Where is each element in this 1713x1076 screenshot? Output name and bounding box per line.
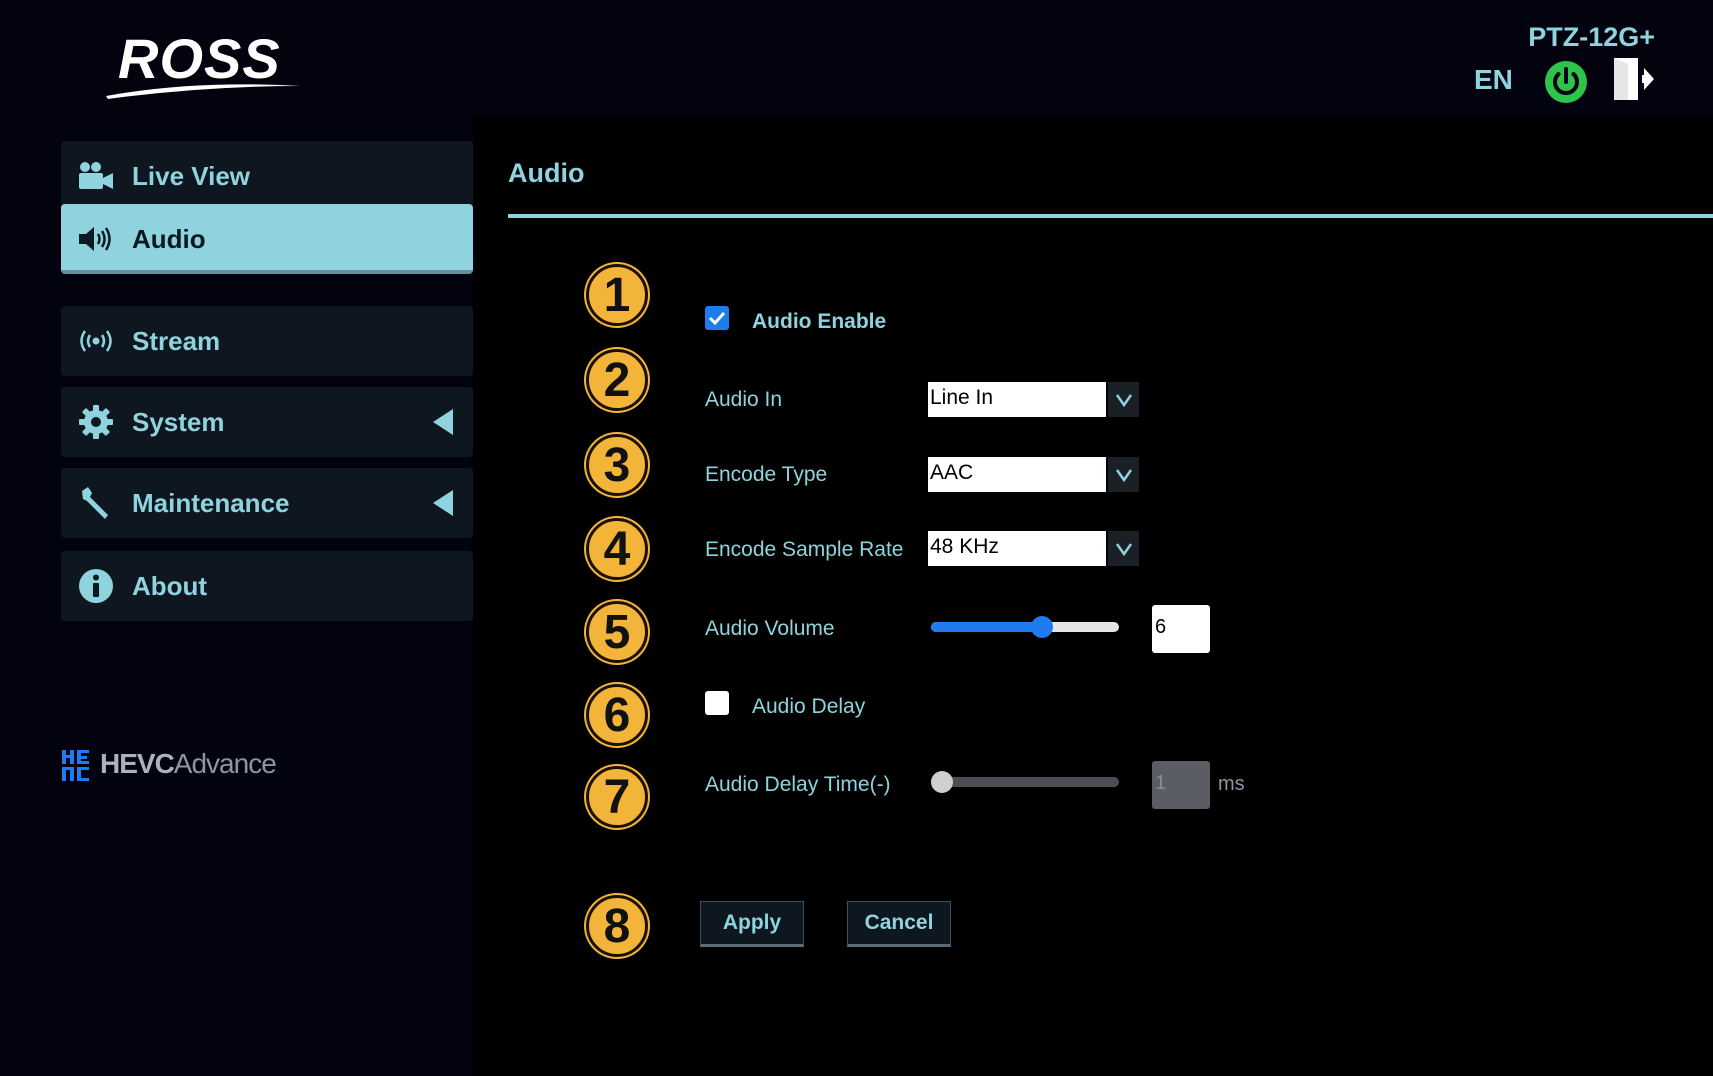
audio-delay-time-input[interactable]: 1 bbox=[1152, 761, 1210, 809]
encode-type-label: Encode Type bbox=[705, 463, 828, 486]
cancel-button[interactable]: Cancel bbox=[847, 901, 951, 947]
callout-badge: 5 bbox=[586, 601, 648, 663]
slider-fill bbox=[931, 622, 1042, 632]
top-bar: ROSS PTZ-12G+ EN bbox=[0, 0, 1713, 116]
sidebar-item-label: Audio bbox=[132, 224, 206, 254]
apply-button[interactable]: Apply bbox=[700, 901, 804, 947]
ross-logo: ROSS bbox=[104, 26, 304, 102]
main-content: Audio 1 2 3 4 5 6 7 8 Audio Enable Audio… bbox=[473, 116, 1713, 1076]
chevron-down-icon bbox=[1115, 468, 1132, 482]
gear-icon bbox=[77, 404, 115, 440]
sidebar-item-label: Live View bbox=[132, 161, 251, 191]
callout-badge: 4 bbox=[586, 518, 648, 580]
hevc-advance-logo: HEVCAdvance bbox=[62, 748, 282, 798]
callout-badge: 1 bbox=[586, 264, 648, 326]
audio-volume-label: Audio Volume bbox=[705, 617, 835, 640]
logout-icon[interactable] bbox=[1610, 56, 1656, 102]
audio-in-select[interactable]: Line In bbox=[928, 382, 1106, 417]
encode-type-select[interactable]: AAC bbox=[928, 457, 1106, 492]
sidebar-item-system[interactable]: System bbox=[61, 387, 473, 457]
encode-type-dropdown-button[interactable] bbox=[1108, 457, 1139, 492]
audio-enable-label: Audio Enable bbox=[752, 310, 887, 333]
sidebar-item-label: System bbox=[132, 407, 225, 437]
power-icon[interactable] bbox=[1544, 60, 1588, 104]
title-divider bbox=[508, 214, 1713, 218]
audio-in-dropdown-button[interactable] bbox=[1108, 382, 1139, 417]
language-selector[interactable]: EN bbox=[1474, 64, 1513, 96]
sidebar: Live View Audio Stream System Maintenanc… bbox=[0, 116, 473, 1076]
sidebar-item-audio[interactable]: Audio bbox=[61, 204, 473, 274]
sidebar-item-stream[interactable]: Stream bbox=[61, 306, 473, 376]
audio-volume-slider[interactable] bbox=[931, 616, 1119, 638]
checkmark-icon bbox=[708, 311, 726, 326]
audio-in-label: Audio In bbox=[705, 388, 783, 411]
info-icon bbox=[77, 568, 115, 604]
delay-unit-label: ms bbox=[1218, 773, 1245, 795]
slider-thumb[interactable] bbox=[931, 771, 953, 793]
audio-volume-input[interactable]: 6 bbox=[1152, 605, 1210, 653]
callout-badge: 2 bbox=[586, 349, 648, 411]
callout-badge: 7 bbox=[586, 766, 648, 828]
expand-arrow-icon bbox=[433, 490, 453, 516]
encode-sample-rate-select[interactable]: 48 KHz bbox=[928, 531, 1106, 566]
audio-delay-time-label: Audio Delay Time(-) bbox=[705, 773, 891, 796]
sidebar-item-live-view[interactable]: Live View bbox=[61, 141, 473, 211]
encode-sample-rate-dropdown-button[interactable] bbox=[1108, 531, 1139, 566]
slider-thumb[interactable] bbox=[1030, 616, 1053, 638]
page-title: Audio bbox=[508, 158, 585, 188]
hevc-mark-icon bbox=[62, 750, 89, 781]
model-name: PTZ-12G+ bbox=[1528, 22, 1655, 52]
callout-badge: 8 bbox=[586, 895, 648, 957]
logo-swoosh-icon bbox=[106, 84, 300, 99]
encode-sample-rate-label: Encode Sample Rate bbox=[705, 538, 904, 561]
sidebar-item-maintenance[interactable]: Maintenance bbox=[61, 468, 473, 538]
callout-badge: 6 bbox=[586, 684, 648, 746]
hevc-wordmark: HEVCAdvance bbox=[100, 748, 277, 779]
sidebar-item-about[interactable]: About bbox=[61, 551, 473, 621]
wrench-icon bbox=[77, 485, 115, 521]
audio-delay-label: Audio Delay bbox=[752, 695, 866, 718]
sidebar-item-label: About bbox=[132, 571, 208, 601]
sidebar-item-label: Stream bbox=[132, 326, 221, 356]
expand-arrow-icon bbox=[433, 409, 453, 435]
audio-enable-checkbox[interactable] bbox=[705, 306, 729, 330]
chevron-down-icon bbox=[1115, 542, 1132, 556]
audio-delay-checkbox[interactable] bbox=[705, 691, 729, 715]
camera-icon bbox=[77, 158, 115, 194]
speaker-icon bbox=[77, 221, 115, 257]
chevron-down-icon bbox=[1115, 393, 1132, 407]
broadcast-icon bbox=[77, 323, 115, 359]
callout-badge: 3 bbox=[586, 434, 648, 496]
sidebar-item-label: Maintenance bbox=[132, 488, 290, 518]
audio-delay-time-slider[interactable] bbox=[931, 771, 1119, 793]
